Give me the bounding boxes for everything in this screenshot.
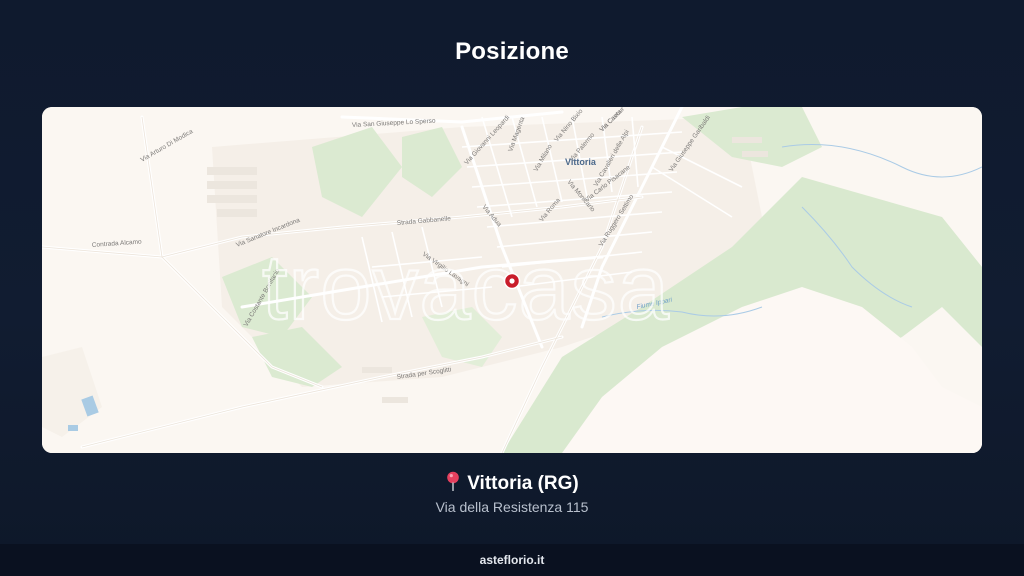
map-canvas[interactable]: Via Arturo Di Modica Via San Giuseppe Lo… (42, 107, 982, 453)
round-pushpin-icon (445, 471, 461, 497)
watermark-text: trovacasa (262, 237, 670, 339)
page-title: Posizione (455, 38, 569, 65)
city-label: Vittoria (565, 157, 597, 167)
location-marker-icon[interactable] (503, 272, 521, 290)
location-city: Vittoria (RG) (467, 473, 579, 494)
footer-brand[interactable]: asteflorio.it (0, 544, 1024, 576)
location-title: Vittoria (RG) (0, 471, 1024, 497)
map-card[interactable]: Via Arturo Di Modica Via San Giuseppe Lo… (42, 107, 982, 453)
location-address: Via della Resistenza 115 (435, 499, 589, 515)
